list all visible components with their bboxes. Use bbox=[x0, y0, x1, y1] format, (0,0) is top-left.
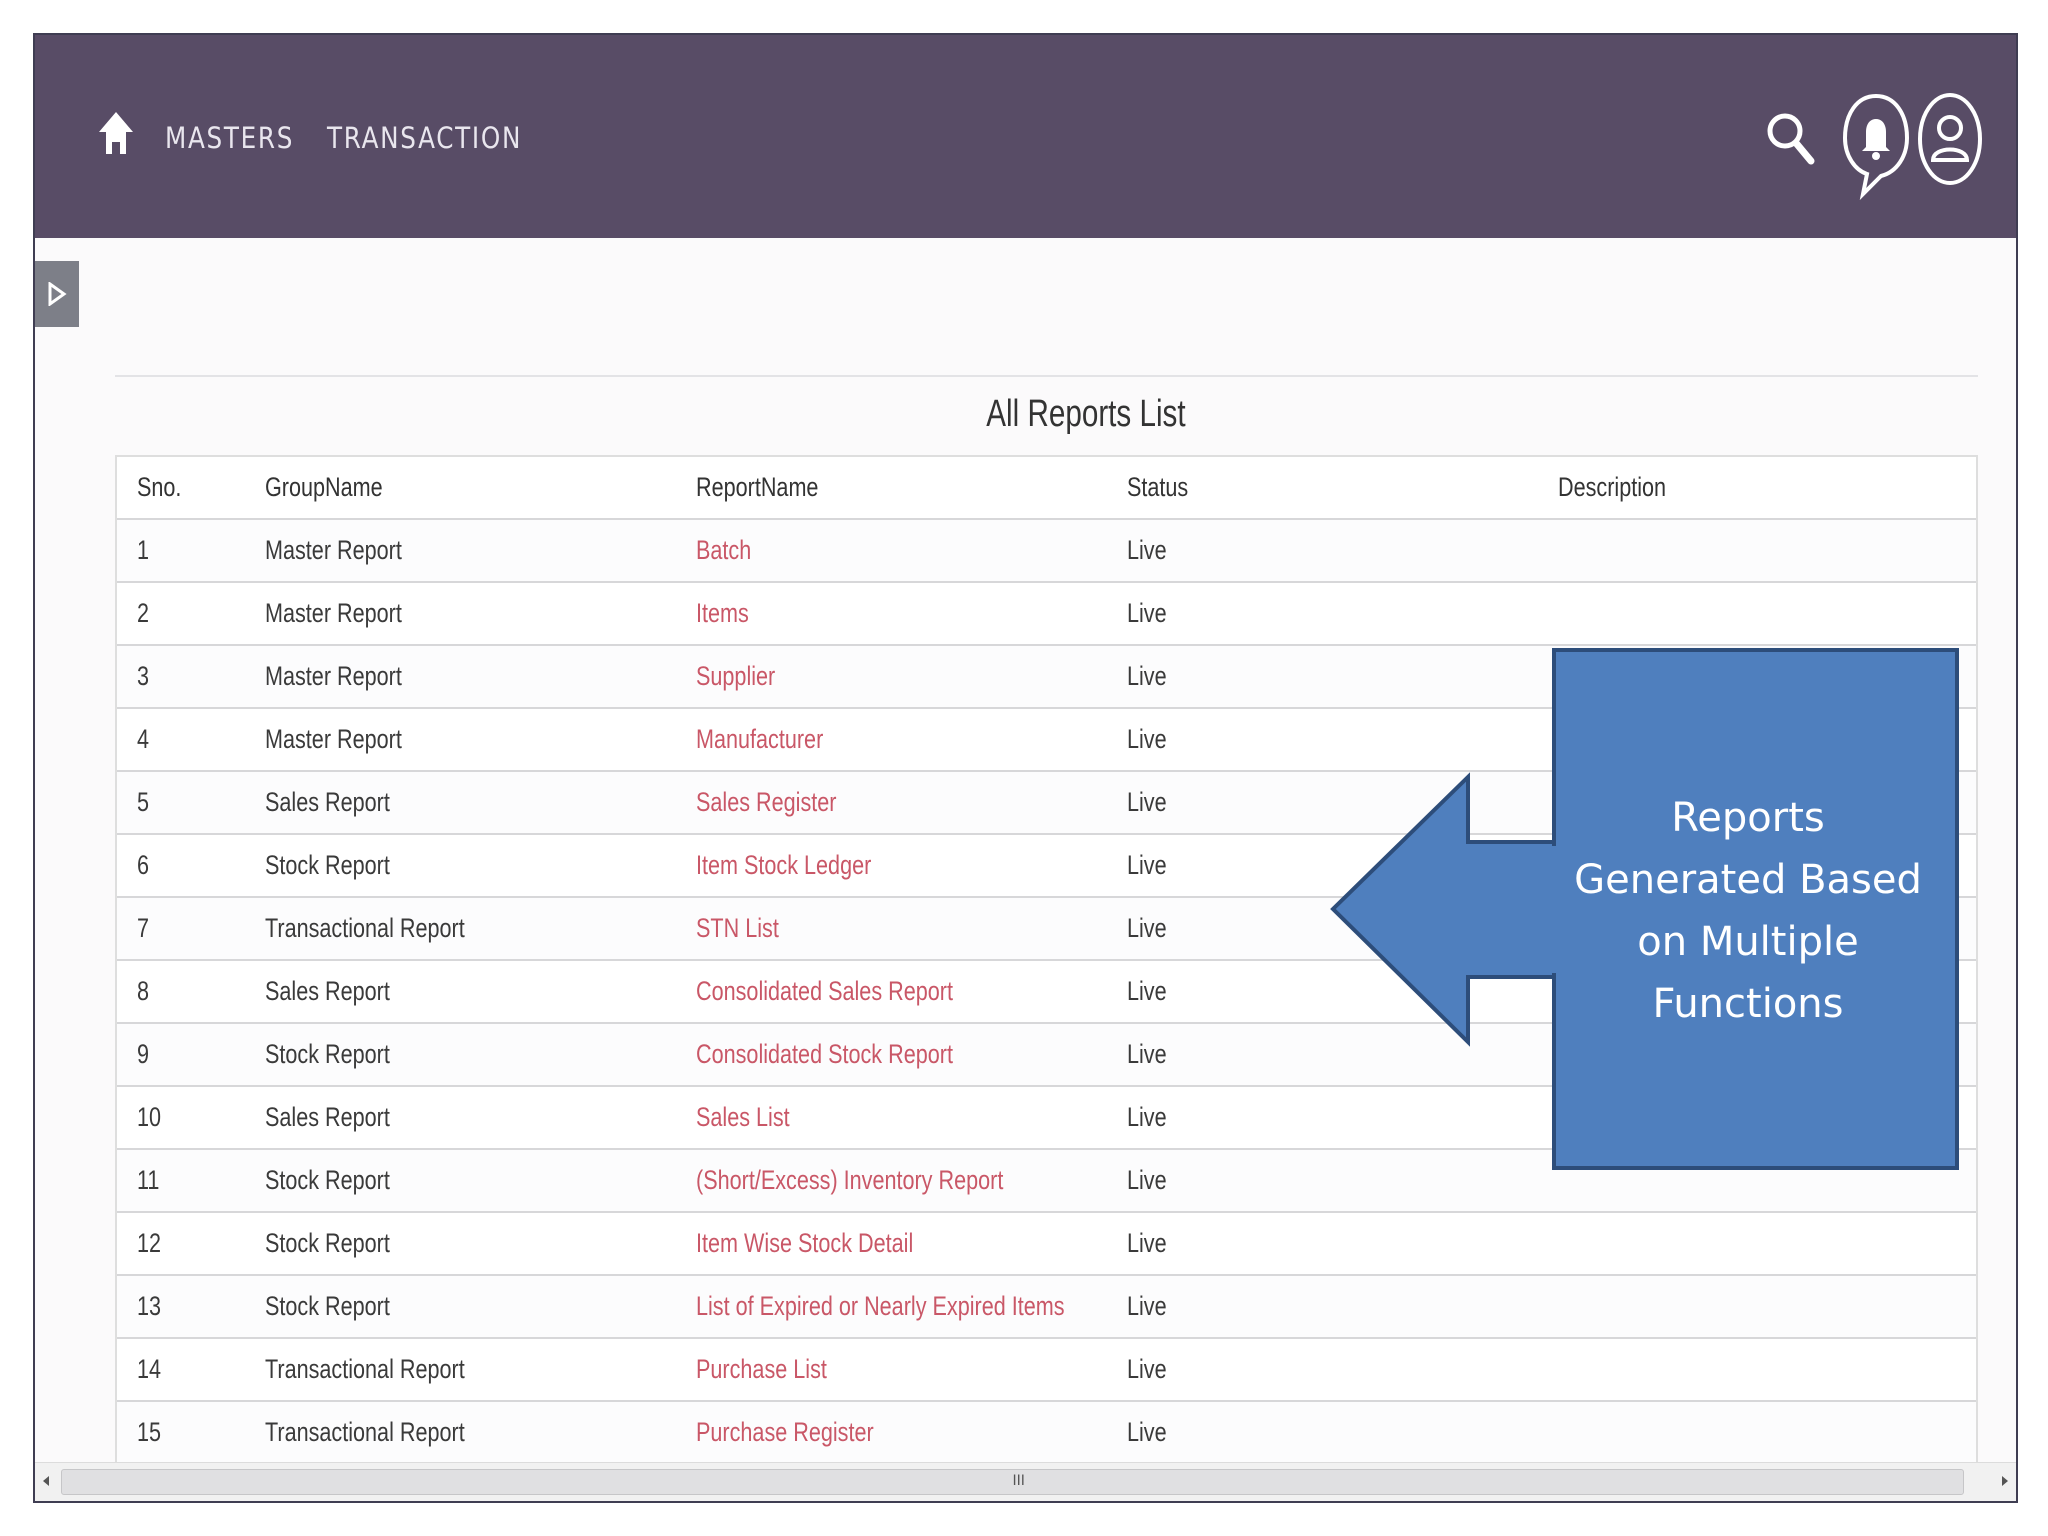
cell-sno: 8 bbox=[117, 960, 265, 1024]
cell-sno: 14 bbox=[117, 1338, 265, 1402]
cell-groupname: Sales Report bbox=[265, 960, 696, 1024]
cell-reportname[interactable]: Sales List bbox=[696, 1086, 1127, 1150]
cell-status: Live bbox=[1127, 519, 1558, 583]
callout-text: Reports Generated Based on Multiple Func… bbox=[1574, 795, 1922, 1027]
cell-sno: 9 bbox=[117, 1023, 265, 1087]
main-nav: MASTERS TRANSACTION bbox=[165, 121, 556, 155]
cell-status: Live bbox=[1127, 1275, 1558, 1339]
cell-status: Live bbox=[1127, 582, 1558, 646]
scroll-left-arrow-icon[interactable] bbox=[41, 1473, 51, 1489]
cell-groupname: Sales Report bbox=[265, 1086, 696, 1150]
cell-groupname: Master Report bbox=[265, 645, 696, 709]
search-icon[interactable] bbox=[1765, 111, 1817, 167]
cell-groupname: Sales Report bbox=[265, 771, 696, 835]
table-row: 15 Transactional Report Purchase Register L… bbox=[117, 1401, 1976, 1465]
app-window: MASTERS TRANSACTION All Reports List Sno… bbox=[33, 33, 2018, 1503]
cell-sno: 5 bbox=[117, 771, 265, 835]
cell-groupname: Stock Report bbox=[265, 1149, 696, 1213]
nav-masters[interactable]: MASTERS bbox=[165, 121, 294, 155]
table-header-row: Sno. GroupName ReportName Status Descrip… bbox=[117, 457, 1976, 520]
content-divider bbox=[115, 375, 1978, 377]
cell-sno: 2 bbox=[117, 582, 265, 646]
column-header-reportname[interactable]: ReportName bbox=[696, 457, 1127, 520]
cell-groupname: Stock Report bbox=[265, 1275, 696, 1339]
top-navbar: MASTERS TRANSACTION bbox=[35, 35, 2016, 238]
table-row: 14 Transactional Report Purchase List Live bbox=[117, 1338, 1976, 1402]
cell-status: Live bbox=[1127, 1338, 1558, 1402]
cell-status: Live bbox=[1127, 1212, 1558, 1276]
cell-sno: 13 bbox=[117, 1275, 265, 1339]
cell-reportname[interactable]: Batch bbox=[696, 519, 1127, 583]
cell-description bbox=[1558, 1212, 1976, 1276]
column-header-description[interactable]: Description bbox=[1558, 457, 1976, 520]
cell-reportname[interactable]: Purchase List bbox=[696, 1338, 1127, 1402]
user-icon[interactable] bbox=[1915, 92, 1985, 192]
play-arrow-icon bbox=[48, 282, 67, 306]
cell-groupname: Transactional Report bbox=[265, 1338, 696, 1402]
cell-status: Live bbox=[1127, 1401, 1558, 1465]
cell-sno: 1 bbox=[117, 519, 265, 583]
cell-reportname[interactable]: List of Expired or Nearly Expired Items bbox=[696, 1275, 1127, 1339]
cell-reportname[interactable]: Consolidated Stock Report bbox=[696, 1023, 1127, 1087]
cell-groupname: Stock Report bbox=[265, 1023, 696, 1087]
cell-reportname[interactable]: Manufacturer bbox=[696, 708, 1127, 772]
cell-reportname[interactable]: Consolidated Sales Report bbox=[696, 960, 1127, 1024]
cell-reportname[interactable]: STN List bbox=[696, 897, 1127, 961]
cell-reportname[interactable]: Item Wise Stock Detail bbox=[696, 1212, 1127, 1276]
cell-groupname: Stock Report bbox=[265, 834, 696, 898]
home-icon[interactable] bbox=[97, 110, 135, 156]
page-title: All Reports List bbox=[986, 393, 1186, 435]
table-row: 12 Stock Report Item Wise Stock Detail Live bbox=[117, 1212, 1976, 1276]
cell-reportname[interactable]: Items bbox=[696, 582, 1127, 646]
cell-description bbox=[1558, 582, 1976, 646]
cell-sno: 7 bbox=[117, 897, 265, 961]
column-header-sno[interactable]: Sno. bbox=[117, 457, 265, 520]
cell-sno: 3 bbox=[117, 645, 265, 709]
scrollbar-thumb[interactable]: III bbox=[61, 1469, 1964, 1495]
cell-groupname: Master Report bbox=[265, 519, 696, 583]
cell-groupname: Stock Report bbox=[265, 1212, 696, 1276]
nav-transaction[interactable]: TRANSACTION bbox=[327, 121, 522, 155]
cell-reportname[interactable]: Purchase Register bbox=[696, 1401, 1127, 1465]
cell-sno: 11 bbox=[117, 1149, 265, 1213]
cell-sno: 12 bbox=[117, 1212, 265, 1276]
column-header-groupname[interactable]: GroupName bbox=[265, 457, 696, 520]
column-header-status[interactable]: Status bbox=[1127, 457, 1558, 520]
cell-description bbox=[1558, 1338, 1976, 1402]
scrollbar-grip: III bbox=[1012, 1473, 1025, 1489]
cell-description bbox=[1558, 1275, 1976, 1339]
cell-sno: 10 bbox=[117, 1086, 265, 1150]
cell-reportname[interactable]: (Short/Excess) Inventory Report bbox=[696, 1149, 1127, 1213]
cell-reportname[interactable]: Sales Register bbox=[696, 771, 1127, 835]
sidebar-toggle-button[interactable] bbox=[35, 261, 79, 327]
cell-sno: 4 bbox=[117, 708, 265, 772]
cell-groupname: Master Report bbox=[265, 708, 696, 772]
cell-groupname: Transactional Report bbox=[265, 897, 696, 961]
cell-description bbox=[1558, 1401, 1976, 1465]
horizontal-scrollbar[interactable]: III bbox=[35, 1462, 2016, 1501]
cell-sno: 6 bbox=[117, 834, 265, 898]
cell-reportname[interactable]: Item Stock Ledger bbox=[696, 834, 1127, 898]
table-row: 1 Master Report Batch Live bbox=[117, 519, 1976, 583]
cell-description bbox=[1558, 519, 1976, 583]
scroll-right-arrow-icon[interactable] bbox=[2000, 1473, 2010, 1489]
cell-sno: 15 bbox=[117, 1401, 265, 1465]
cell-reportname[interactable]: Supplier bbox=[696, 645, 1127, 709]
table-row: 2 Master Report Items Live bbox=[117, 582, 1976, 646]
cell-groupname: Transactional Report bbox=[265, 1401, 696, 1465]
bell-icon[interactable] bbox=[1841, 92, 1911, 202]
cell-groupname: Master Report bbox=[265, 582, 696, 646]
table-row: 13 Stock Report List of Expired or Nearly … bbox=[117, 1275, 1976, 1339]
